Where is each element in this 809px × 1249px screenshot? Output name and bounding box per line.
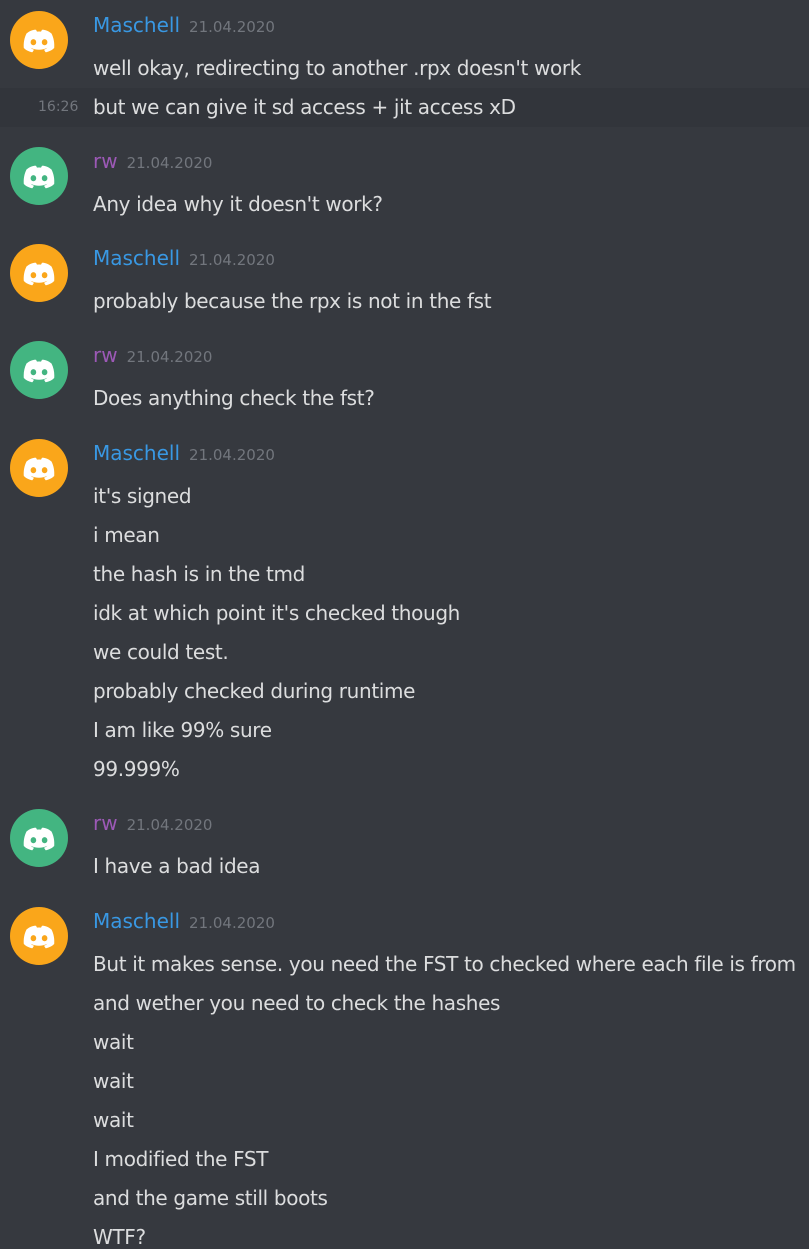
username[interactable]: Maschell xyxy=(93,246,180,270)
message-text: wait xyxy=(93,1030,134,1054)
discord-default-avatar-icon xyxy=(10,341,68,399)
message-text: 99.999% xyxy=(93,757,180,781)
message-text: the hash is in the tmd xyxy=(93,562,305,586)
timestamp: 21.04.2020 xyxy=(126,348,213,366)
username[interactable]: rw xyxy=(93,343,118,367)
username[interactable]: rw xyxy=(93,811,118,835)
discord-default-avatar-icon xyxy=(10,907,68,965)
timestamp: 21.04.2020 xyxy=(189,251,275,269)
message-text: But it makes sense. you need the FST to … xyxy=(93,952,796,976)
timestamp: 21.04.2020 xyxy=(126,154,213,172)
timestamp: 21.04.2020 xyxy=(126,816,213,834)
message-text: probably because the rpx is not in the f… xyxy=(93,289,492,313)
user-avatar[interactable] xyxy=(10,244,68,302)
message-text: idk at which point it's checked though xyxy=(93,601,461,625)
message-text: but we can give it sd access + jit acces… xyxy=(93,95,516,119)
message-text: i mean xyxy=(93,523,160,547)
message-text: wait xyxy=(93,1069,134,1093)
message-header: rw 21.04.2020 xyxy=(93,809,212,837)
user-avatar[interactable] xyxy=(10,147,68,205)
message-text: and wether you need to check the hashes xyxy=(93,991,501,1015)
message-text: I have a bad idea xyxy=(93,854,261,878)
user-avatar[interactable] xyxy=(10,11,68,69)
timestamp: 21.04.2020 xyxy=(189,18,275,36)
message-text: well okay, redirecting to another .rpx d… xyxy=(93,56,582,80)
message-text: I am like 99% sure xyxy=(93,718,272,742)
message-text: Any idea why it doesn't work? xyxy=(93,192,383,216)
message-text: we could test. xyxy=(93,640,229,664)
message-header: Maschell 21.04.2020 xyxy=(93,907,275,935)
message-header: Maschell 21.04.2020 xyxy=(93,439,275,467)
hover-timestamp: 16:26 xyxy=(38,99,79,115)
user-avatar[interactable] xyxy=(10,439,68,497)
user-avatar[interactable] xyxy=(10,341,68,399)
user-avatar[interactable] xyxy=(10,809,68,867)
username[interactable]: rw xyxy=(93,149,118,173)
message-header: rw 21.04.2020 xyxy=(93,147,212,175)
username[interactable]: Maschell xyxy=(93,441,180,465)
message-text: and the game still boots xyxy=(93,1186,328,1210)
message-text: WTF? xyxy=(93,1225,146,1249)
username[interactable]: Maschell xyxy=(93,13,180,37)
username[interactable]: Maschell xyxy=(93,909,180,933)
discord-default-avatar-icon xyxy=(10,809,68,867)
message-text: Does anything check the fst? xyxy=(93,386,375,410)
message-header: Maschell 21.04.2020 xyxy=(93,244,275,272)
timestamp: 21.04.2020 xyxy=(189,914,275,932)
message-text: probably checked during runtime xyxy=(93,679,416,703)
discord-default-avatar-icon xyxy=(10,439,68,497)
discord-default-avatar-icon xyxy=(10,244,68,302)
message-header: Maschell 21.04.2020 xyxy=(93,11,275,39)
chat-message-list: Maschell 21.04.2020 well okay, redirecting… xyxy=(0,0,809,1249)
message-text: I modified the FST xyxy=(93,1147,269,1171)
message-text: it's signed xyxy=(93,484,192,508)
discord-default-avatar-icon xyxy=(10,147,68,205)
message-text: wait xyxy=(93,1108,134,1132)
message-header: rw 21.04.2020 xyxy=(93,341,212,369)
user-avatar[interactable] xyxy=(10,907,68,965)
timestamp: 21.04.2020 xyxy=(189,446,275,464)
discord-default-avatar-icon xyxy=(10,11,68,69)
